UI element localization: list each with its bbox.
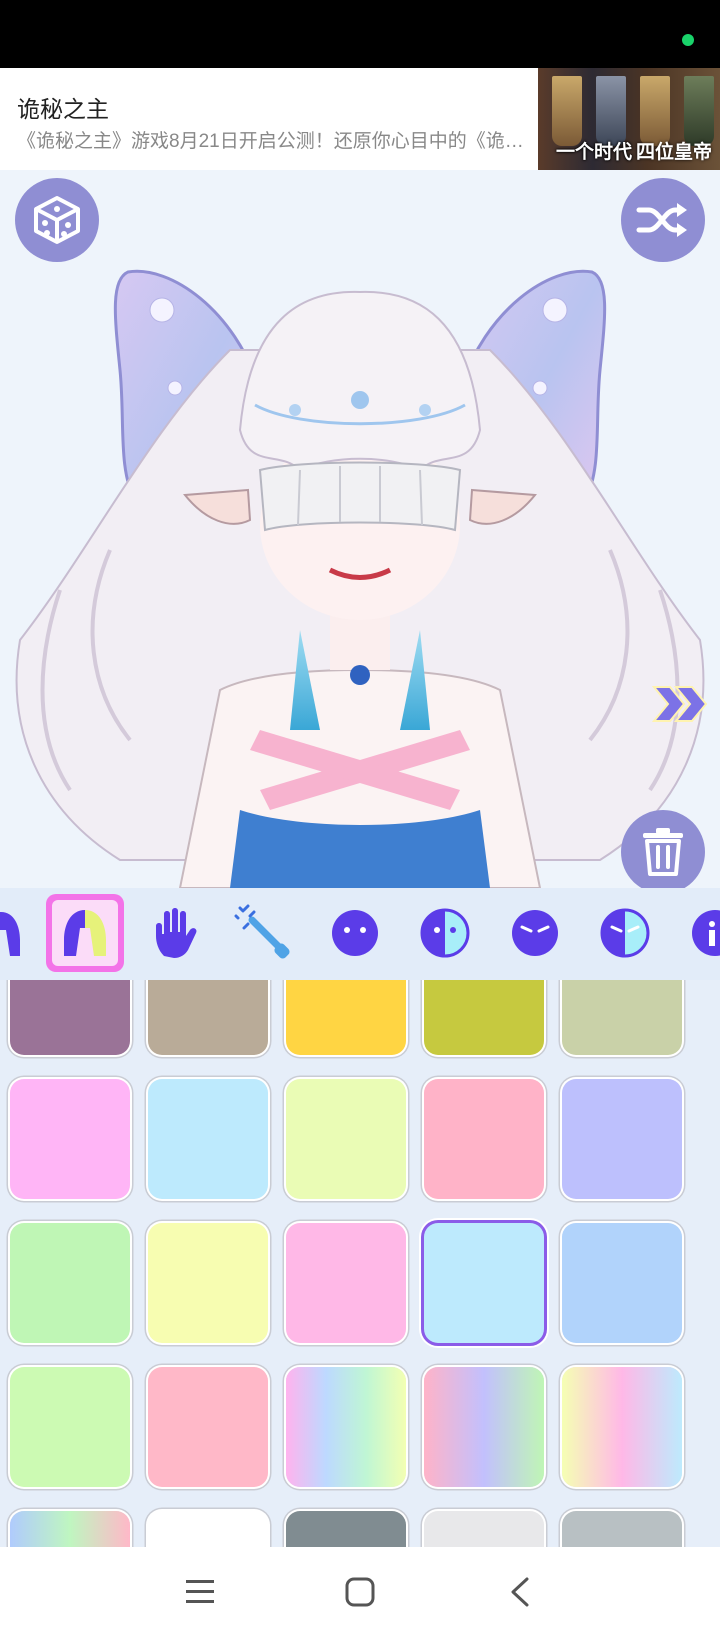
ad-description[interactable]: 《诡秘之主》游戏8月21日开启公测！还原你心目中的《诡秘之主》 <box>17 126 532 153</box>
system-navigation-bar <box>0 1547 720 1640</box>
color-swatch[interactable] <box>148 980 268 1055</box>
color-swatch[interactable] <box>562 1079 682 1199</box>
trash-icon <box>643 828 683 876</box>
color-swatch[interactable] <box>10 1367 130 1487</box>
color-swatch[interactable] <box>562 1223 682 1343</box>
menu-button[interactable] <box>170 1567 230 1617</box>
face-expression-color-icon <box>600 908 650 958</box>
color-swatch[interactable] <box>148 1511 268 1547</box>
ad-image-banner <box>684 76 714 146</box>
color-swatch[interactable] <box>562 1511 682 1547</box>
color-swatch[interactable] <box>148 1223 268 1343</box>
color-swatch[interactable] <box>286 1367 406 1487</box>
color-swatch[interactable] <box>286 1079 406 1199</box>
color-swatch[interactable] <box>286 980 406 1055</box>
next-button[interactable] <box>650 682 710 731</box>
ad-image-banner <box>596 76 626 146</box>
randomize-dice-button[interactable] <box>15 178 99 262</box>
color-swatch[interactable] <box>286 1223 406 1343</box>
home-square-icon <box>345 1577 375 1607</box>
tool-expression-color[interactable] <box>586 894 664 972</box>
info-face-icon <box>692 910 720 956</box>
color-swatch[interactable] <box>424 980 544 1055</box>
tool-hand[interactable] <box>136 894 214 972</box>
face-color-icon <box>420 908 470 958</box>
color-swatch[interactable] <box>562 980 682 1055</box>
ad-image-caption-right: 四位皇帝 <box>635 141 712 163</box>
home-button[interactable] <box>330 1567 390 1617</box>
ad-image-banner <box>552 76 582 146</box>
ad-title[interactable]: 诡秘之主 <box>17 90 109 124</box>
color-swatch[interactable] <box>10 1223 130 1343</box>
hair-icon <box>0 912 20 956</box>
color-swatch[interactable] <box>148 1079 268 1199</box>
wand-icon <box>234 904 290 959</box>
face-icon <box>332 910 378 956</box>
shuffle-button[interactable] <box>621 178 705 262</box>
hair-color-icon <box>64 910 106 956</box>
color-swatch[interactable] <box>424 1223 544 1343</box>
category-toolbar[interactable] <box>0 888 720 982</box>
tool-face-color[interactable] <box>406 894 484 972</box>
color-swatch[interactable] <box>10 1079 130 1199</box>
dice-icon <box>34 196 80 244</box>
face-expression-icon <box>512 910 558 956</box>
shuffle-icon <box>636 203 687 237</box>
tool-expression[interactable] <box>496 894 574 972</box>
color-swatch[interactable] <box>562 1367 682 1487</box>
tool-hair[interactable] <box>0 894 40 972</box>
color-swatch[interactable] <box>10 980 130 1055</box>
tool-hair-color[interactable] <box>46 894 124 972</box>
color-swatch[interactable] <box>10 1511 130 1547</box>
color-palette[interactable] <box>0 980 720 1547</box>
color-swatch[interactable] <box>148 1367 268 1487</box>
ad-image[interactable]: 一个时代 四位皇帝 <box>538 68 720 170</box>
menu-icon <box>186 1580 214 1603</box>
character-canvas <box>0 170 720 888</box>
color-swatch[interactable] <box>424 1079 544 1199</box>
back-chevron-icon <box>511 1577 529 1607</box>
tool-face[interactable] <box>316 894 394 972</box>
ad-image-banner <box>640 76 670 146</box>
character-illustration <box>15 269 705 888</box>
status-indicator-dot <box>682 34 694 46</box>
status-bar <box>0 0 720 68</box>
back-button[interactable] <box>490 1567 550 1617</box>
double-chevron-right-icon <box>651 686 708 722</box>
color-swatch[interactable] <box>286 1511 406 1547</box>
color-swatch[interactable] <box>424 1511 544 1547</box>
ad-image-caption-left: 一个时代 <box>556 141 633 163</box>
hand-icon <box>156 908 197 958</box>
ad-banner[interactable]: 诡秘之主 《诡秘之主》游戏8月21日开启公测！还原你心目中的《诡秘之主》 一个时… <box>0 68 720 170</box>
delete-button[interactable] <box>621 810 705 888</box>
tool-info-face[interactable] <box>676 894 720 972</box>
color-swatch[interactable] <box>424 1367 544 1487</box>
tool-wand[interactable] <box>226 894 304 972</box>
